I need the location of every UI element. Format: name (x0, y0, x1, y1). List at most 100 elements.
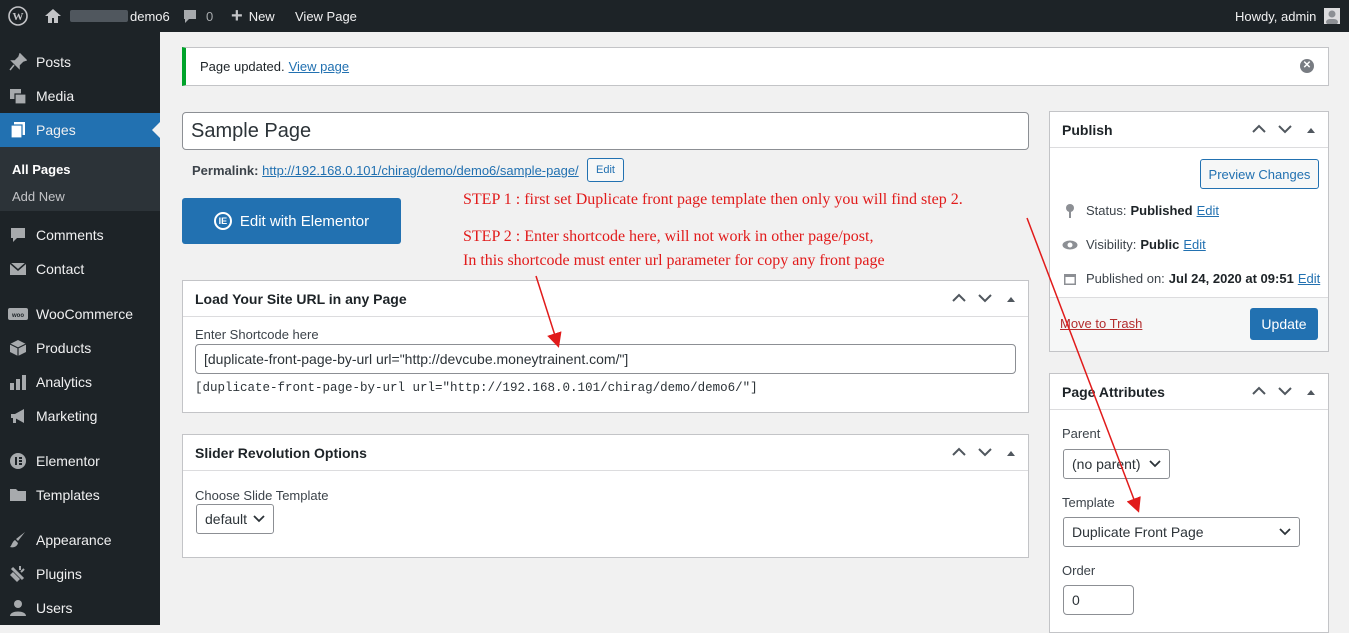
chevron-down-icon (253, 511, 265, 527)
sidebar-item-label: Pages (36, 122, 76, 138)
comments-link[interactable]: 0 (182, 0, 213, 32)
order-label: Order (1062, 563, 1096, 578)
published-value: Jul 24, 2020 at 09:51 (1168, 271, 1294, 286)
edit-status-link[interactable]: Edit (1197, 203, 1219, 218)
sidebar-item-label: Appearance (36, 532, 112, 548)
preview-changes-button[interactable]: Preview Changes (1200, 159, 1319, 189)
page-title-input[interactable]: Sample Page (182, 112, 1029, 150)
published-on-row: Published on: Jul 24, 2020 at 09:51 Edit (1062, 271, 1320, 286)
status-value: Published (1130, 203, 1193, 218)
account-menu[interactable]: Howdy, admin (1235, 0, 1341, 32)
comment-icon (8, 225, 28, 245)
home-icon (45, 9, 61, 23)
calendar-icon (1062, 272, 1078, 286)
move-up-icon[interactable] (952, 292, 966, 306)
select-value: Duplicate Front Page (1072, 524, 1204, 540)
new-content-link[interactable]: + New (231, 0, 275, 32)
move-down-icon[interactable] (978, 292, 992, 306)
sidebar-item-label: Contact (36, 261, 85, 277)
brush-icon (8, 530, 28, 550)
slide-template-select[interactable]: default (196, 504, 274, 534)
move-down-icon[interactable] (1278, 123, 1292, 137)
sidebar-item-woocommerce[interactable]: woo WooCommerce (0, 297, 160, 331)
box-icon (8, 338, 28, 358)
admin-sidebar: Posts Media Pages All Pages Add New Comm… (0, 32, 160, 625)
move-down-icon[interactable] (978, 446, 992, 460)
move-down-icon[interactable] (1278, 385, 1292, 399)
sidebar-item-label: Marketing (36, 408, 98, 424)
view-page-link[interactable]: View Page (295, 0, 357, 32)
sidebar-item-elementor[interactable]: Elementor (0, 444, 160, 478)
elementor-button-label: Edit with Elementor (239, 212, 370, 230)
edit-permalink-button[interactable]: Edit (587, 158, 624, 182)
submenu-all-pages[interactable]: All Pages (12, 162, 71, 177)
sidebar-item-plugins[interactable]: Plugins (0, 557, 160, 591)
sidebar-item-label: Comments (36, 227, 104, 243)
sidebar-item-appearance[interactable]: Appearance (0, 523, 160, 557)
submenu-add-new[interactable]: Add New (12, 189, 65, 204)
metabox-controls (1252, 112, 1316, 148)
permalink-url[interactable]: http://192.168.0.101/chirag/demo/demo6/s… (262, 163, 579, 178)
redacted-block (70, 10, 128, 22)
sidebar-item-marketing[interactable]: Marketing (0, 399, 160, 433)
sidebar-item-label: Elementor (36, 453, 100, 469)
visibility-value: Public (1140, 237, 1180, 252)
sidebar-item-label: Plugins (36, 566, 82, 582)
collapse-icon[interactable] (1306, 123, 1316, 137)
user-icon (8, 598, 28, 618)
select-value: (no parent) (1072, 456, 1141, 472)
svg-text:W: W (13, 11, 24, 23)
sidebar-item-users[interactable]: Users (0, 591, 160, 625)
metabox-title: Load Your Site URL in any Page (183, 281, 1028, 317)
dismiss-icon[interactable]: ✕ (1300, 59, 1314, 73)
edit-with-elementor-button[interactable]: IE Edit with Elementor (182, 198, 401, 244)
sidebar-item-contact[interactable]: Contact (0, 252, 160, 286)
metabox-controls (952, 281, 1016, 317)
metabox-title: Slider Revolution Options (183, 435, 1028, 471)
elementor-icon (8, 451, 28, 471)
plus-icon: + (231, 4, 243, 27)
sidebar-item-label: WooCommerce (36, 306, 133, 322)
envelope-icon (8, 259, 28, 279)
page-attributes-metabox: Page Attributes Parent (no parent) Templ… (1049, 373, 1329, 633)
sidebar-item-templates[interactable]: Templates (0, 478, 160, 512)
template-label: Template (1062, 495, 1115, 510)
woo-icon: woo (8, 304, 28, 324)
elementor-icon: IE (213, 212, 232, 230)
site-name-link[interactable]: demo6 (44, 0, 170, 32)
sidebar-item-comments[interactable]: Comments (0, 218, 160, 252)
sidebar-item-label: Analytics (36, 374, 93, 390)
parent-select[interactable]: (no parent) (1063, 449, 1170, 479)
template-select[interactable]: Duplicate Front Page (1063, 517, 1300, 547)
wordpress-logo-icon[interactable]: W (8, 0, 28, 32)
permalink-label: Permalink: (192, 163, 259, 178)
sidebar-item-media[interactable]: Media (0, 79, 160, 113)
collapse-icon[interactable] (1306, 385, 1316, 399)
move-up-icon[interactable] (1252, 385, 1266, 399)
view-page-notice-link[interactable]: View page (289, 59, 349, 74)
update-button[interactable]: Update (1250, 308, 1318, 340)
move-up-icon[interactable] (952, 446, 966, 460)
svg-text:woo: woo (11, 313, 24, 319)
sidebar-item-products[interactable]: Products (0, 331, 160, 365)
order-input[interactable]: 0 (1063, 585, 1134, 615)
sidebar-item-posts[interactable]: Posts (0, 45, 160, 79)
move-up-icon[interactable] (1252, 123, 1266, 137)
sidebar-item-analytics[interactable]: Analytics (0, 365, 160, 399)
shortcode-example: [duplicate-front-page-by-url url="http:/… (195, 381, 758, 395)
collapse-icon[interactable] (1006, 446, 1016, 460)
folder-icon (8, 485, 28, 505)
shortcode-input[interactable]: [duplicate-front-page-by-url url="http:/… (195, 344, 1016, 374)
current-arrow (152, 122, 160, 138)
edit-date-link[interactable]: Edit (1298, 271, 1320, 286)
visibility-label: Visibility: (1086, 237, 1137, 252)
move-to-trash-link[interactable]: Move to Trash (1060, 316, 1142, 331)
edit-visibility-link[interactable]: Edit (1183, 237, 1205, 252)
avatar (1324, 8, 1341, 24)
eye-icon (1062, 240, 1078, 250)
status-row: Status: Published Edit (1062, 203, 1219, 218)
sidebar-item-label: Posts (36, 54, 72, 70)
visibility-row: Visibility: Public Edit (1062, 237, 1206, 252)
sidebar-item-pages[interactable]: Pages (0, 113, 160, 147)
collapse-icon[interactable] (1006, 292, 1016, 306)
